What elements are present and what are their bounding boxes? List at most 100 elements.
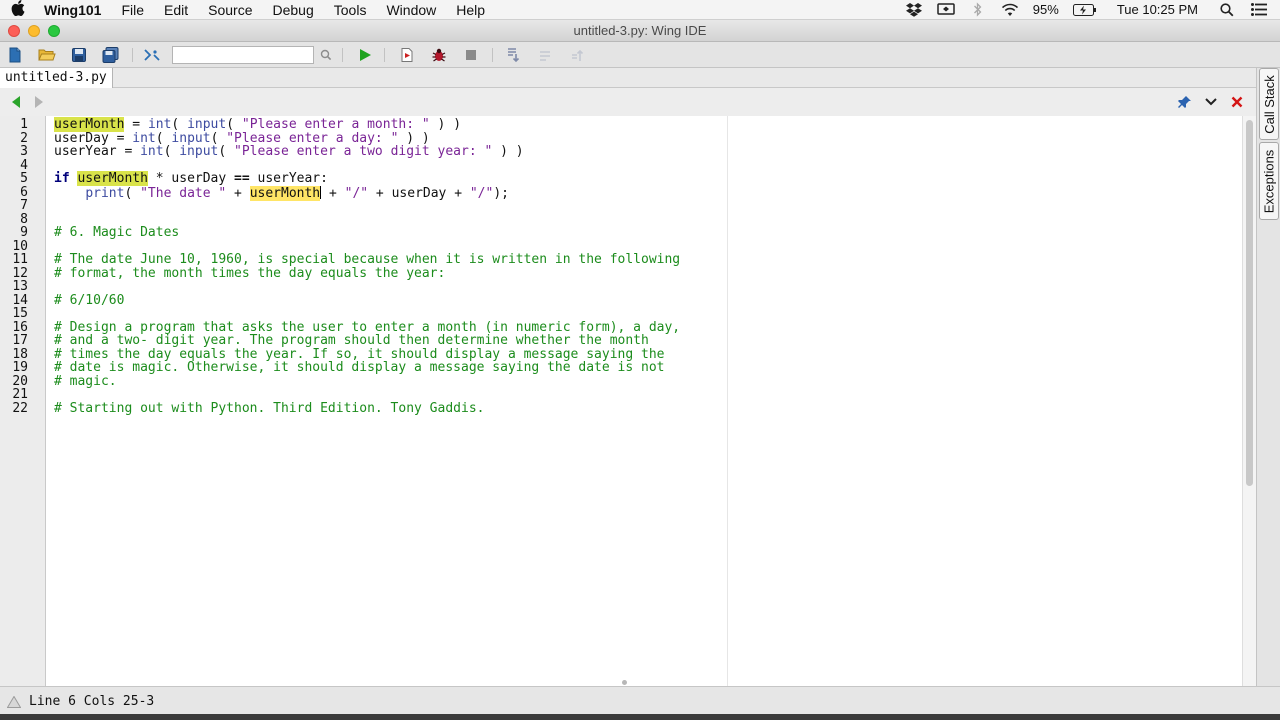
- comment-line: # 6. Magic Dates: [54, 225, 180, 240]
- battery-icon[interactable]: [1072, 2, 1097, 18]
- editor-vertical-scrollbar[interactable]: [1242, 116, 1256, 686]
- code-token: ) ): [492, 144, 524, 159]
- scrollbar-thumb[interactable]: [1246, 120, 1253, 486]
- notification-list-icon[interactable]: [1250, 2, 1268, 18]
- tab-exceptions[interactable]: Exceptions: [1259, 142, 1279, 220]
- menu-debug[interactable]: Debug: [263, 0, 324, 20]
- operator-token: ==: [234, 171, 250, 186]
- save-icon[interactable]: [70, 46, 88, 64]
- highlighted-identifier: userMonth: [77, 171, 148, 186]
- toolbar-separator: [342, 48, 343, 62]
- dropbox-icon[interactable]: [905, 2, 923, 18]
- line-number: 13: [12, 279, 28, 294]
- run-icon[interactable]: [356, 46, 374, 64]
- builtin-token: int: [140, 144, 164, 159]
- search-icon[interactable]: [317, 46, 335, 64]
- line-number: 12: [12, 265, 28, 281]
- menu-window[interactable]: Window: [376, 0, 446, 20]
- comment-line: # times the day equals the year. If so, …: [54, 346, 665, 362]
- bug-icon[interactable]: [430, 46, 448, 64]
- toolbar-search-input[interactable]: [172, 46, 314, 64]
- menu-clock[interactable]: Tue 10:25 PM: [1117, 2, 1198, 17]
- back-arrow-icon[interactable]: [9, 95, 23, 109]
- code-token: ) ): [429, 117, 462, 132]
- new-file-icon[interactable]: [6, 46, 24, 64]
- code-token: userYear:: [249, 171, 328, 186]
- open-folder-icon[interactable]: [38, 46, 56, 64]
- status-warning-icon[interactable]: [6, 695, 22, 713]
- line-number: 3: [20, 144, 28, 159]
- call-stack-label: Call Stack: [1261, 74, 1277, 134]
- step-out-icon[interactable]: [568, 46, 586, 64]
- cursor-position: Line 6 Cols 25-3: [29, 694, 155, 709]
- debug-icon[interactable]: [398, 46, 416, 64]
- side-tool-tabs: Call Stack Exceptions: [1256, 68, 1280, 686]
- forward-arrow-icon[interactable]: [32, 95, 46, 109]
- string-token: "/": [469, 185, 494, 201]
- horizontal-scroll-indicator[interactable]: [622, 680, 627, 685]
- line-number: 5: [20, 171, 28, 186]
- editor-tab-strip: untitled-3.py: [0, 68, 1256, 88]
- close-icon[interactable]: [1229, 94, 1245, 110]
- window-title-bar: untitled-3.py: Wing IDE: [0, 20, 1280, 42]
- bluetooth-icon[interactable]: [969, 2, 987, 18]
- line-number: 16: [12, 319, 28, 335]
- toolbar-separator: [384, 48, 385, 62]
- menu-app-name[interactable]: Wing101: [36, 0, 111, 20]
- toolbar-separator: [132, 48, 133, 62]
- pin-icon[interactable]: [1177, 94, 1193, 110]
- line-number: 14: [12, 292, 28, 308]
- exceptions-label: Exceptions: [1261, 149, 1277, 213]
- line-number: 10: [12, 238, 28, 254]
- code-line: if userMonth * userDay == userYear:: [54, 171, 328, 186]
- comment-line: # Design a program that asks the user to…: [54, 319, 681, 335]
- line-number: 22: [12, 400, 28, 416]
- comment-line: # 6/10/60: [54, 292, 125, 308]
- window-title: untitled-3.py: Wing IDE: [573, 23, 707, 38]
- code-token: (: [163, 144, 180, 159]
- menu-source[interactable]: Source: [198, 0, 262, 20]
- comment-line: # Starting out with Python. Third Editio…: [54, 400, 485, 416]
- stop-icon[interactable]: [462, 46, 480, 64]
- menu-edit[interactable]: Edit: [154, 0, 198, 20]
- code-token: userYear =: [54, 144, 141, 159]
- line-number: 4: [20, 157, 28, 173]
- code-token: + userDay +: [368, 185, 470, 201]
- code-line: userMonth = int( input( "Please enter a …: [54, 117, 462, 132]
- line-number: 15: [12, 306, 28, 321]
- code-line: userYear = int( input( "Please enter a t…: [54, 145, 524, 159]
- string-token: "Please enter a two digit year: ": [234, 144, 493, 159]
- goto-definition-icon[interactable]: [143, 46, 161, 64]
- line-number: 9: [20, 225, 28, 240]
- step-into-icon[interactable]: [504, 46, 522, 64]
- apple-icon[interactable]: [0, 0, 36, 20]
- status-bar: Line 6 Cols 25-3: [0, 686, 1280, 714]
- macos-menu-bar: Wing101 File Edit Source Debug Tools Win…: [0, 0, 1280, 20]
- spotlight-icon[interactable]: [1218, 2, 1236, 18]
- line-number: 11: [12, 252, 28, 267]
- menu-help[interactable]: Help: [446, 0, 495, 20]
- step-over-icon[interactable]: [536, 46, 554, 64]
- options-chevron-icon[interactable]: [1203, 94, 1219, 110]
- tab-call-stack[interactable]: Call Stack: [1259, 68, 1279, 140]
- code-line: userDay = int( input( "Please enter a da…: [54, 131, 430, 146]
- menu-extras: 95% Tue 10:25 PM: [905, 2, 1280, 18]
- main-toolbar: [0, 42, 1280, 68]
- code-token: * userDay: [147, 171, 235, 186]
- comment-line: # date is magic. Otherwise, it should di…: [54, 360, 665, 375]
- menu-tools[interactable]: Tools: [324, 0, 377, 20]
- save-all-icon[interactable]: [102, 46, 120, 64]
- code-token: );: [493, 185, 509, 201]
- comment-line: # The date June 10, 1960, is special bec…: [54, 252, 681, 267]
- tab-untitled-3[interactable]: untitled-3.py: [0, 68, 113, 88]
- string-token: "The date ": [140, 185, 227, 201]
- line-number-gutter: 1 2 3 4 5 6 7 8 9 10 11 12 13 14 15 16 1…: [0, 116, 46, 686]
- screen-mirror-icon[interactable]: [937, 2, 955, 18]
- line-number: 7: [20, 198, 28, 213]
- edge-column-guide: [727, 116, 728, 686]
- menu-file[interactable]: File: [111, 0, 154, 20]
- line-number: 18: [12, 346, 28, 362]
- wifi-icon[interactable]: [1001, 2, 1019, 18]
- line-number: 1: [20, 117, 28, 132]
- code-editor[interactable]: userMonth = int( input( "Please enter a …: [46, 116, 1242, 686]
